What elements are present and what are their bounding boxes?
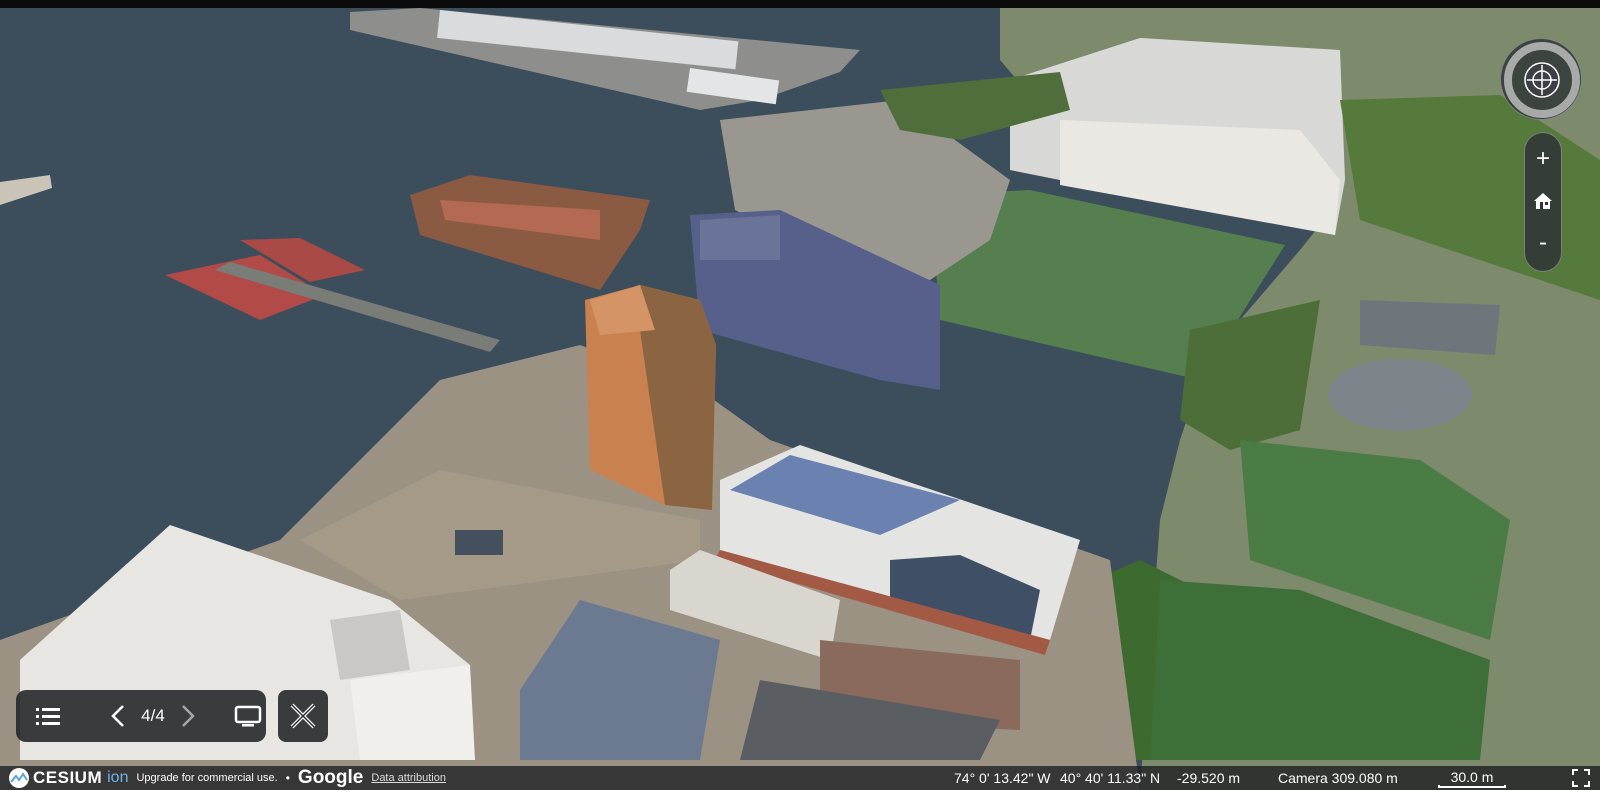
zoom-out-button[interactable]: - (1525, 223, 1561, 263)
story-toolbar: 4/4 (16, 690, 266, 742)
map-3d-scene[interactable] (0, 0, 1600, 790)
chevron-right-icon (182, 705, 195, 727)
previous-slide-button[interactable] (108, 690, 128, 742)
slide-counter: 4/4 (141, 706, 165, 725)
distance-scale: 30.0 m (1432, 766, 1512, 790)
chevron-left-icon (111, 705, 124, 727)
cesium-ion-logo[interactable]: CESIUM ion (8, 767, 128, 789)
separator: • (285, 771, 290, 785)
fullscreen-icon (1572, 769, 1590, 787)
scale-label: 30.0 m (1450, 769, 1494, 785)
ion-brand: ion (107, 769, 129, 786)
google-logo: Google (297, 767, 364, 788)
longitude-readout: 74° 0' 13.42" W (954, 770, 1051, 786)
zoom-controls: + - (1524, 132, 1562, 272)
zoom-in-button[interactable]: + (1525, 139, 1561, 179)
upgrade-link[interactable]: Upgrade for commercial use. (136, 772, 277, 784)
presentation-mode-button[interactable] (230, 690, 266, 742)
fullscreen-button[interactable] (1568, 766, 1594, 790)
camera-height-readout: Camera 309.080 m (1278, 770, 1398, 786)
monitor-icon (234, 705, 262, 727)
data-attribution-link[interactable]: Data attribution (371, 772, 446, 784)
scale-line (1438, 785, 1506, 788)
next-slide-button[interactable] (178, 690, 198, 742)
close-story-button[interactable] (278, 690, 328, 742)
latitude-readout: 40° 40' 11.33" N (1060, 770, 1161, 786)
compass-navigation-icon (1504, 42, 1580, 118)
story-list-button[interactable] (30, 690, 66, 742)
elevation-readout: -29.520 m (1177, 770, 1241, 786)
list-icon (36, 708, 60, 725)
cesium-brand: CESIUM (33, 768, 103, 787)
cesium-logo-icon (9, 768, 29, 788)
status-bar: CESIUM ion Upgrade for commercial use. •… (0, 766, 1600, 790)
home-icon (1534, 193, 1552, 209)
close-x-icon (290, 703, 316, 729)
compass-widget[interactable] (1500, 38, 1582, 120)
credits: CESIUM ion Upgrade for commercial use. •… (8, 766, 446, 790)
home-view-button[interactable] (1525, 181, 1561, 221)
